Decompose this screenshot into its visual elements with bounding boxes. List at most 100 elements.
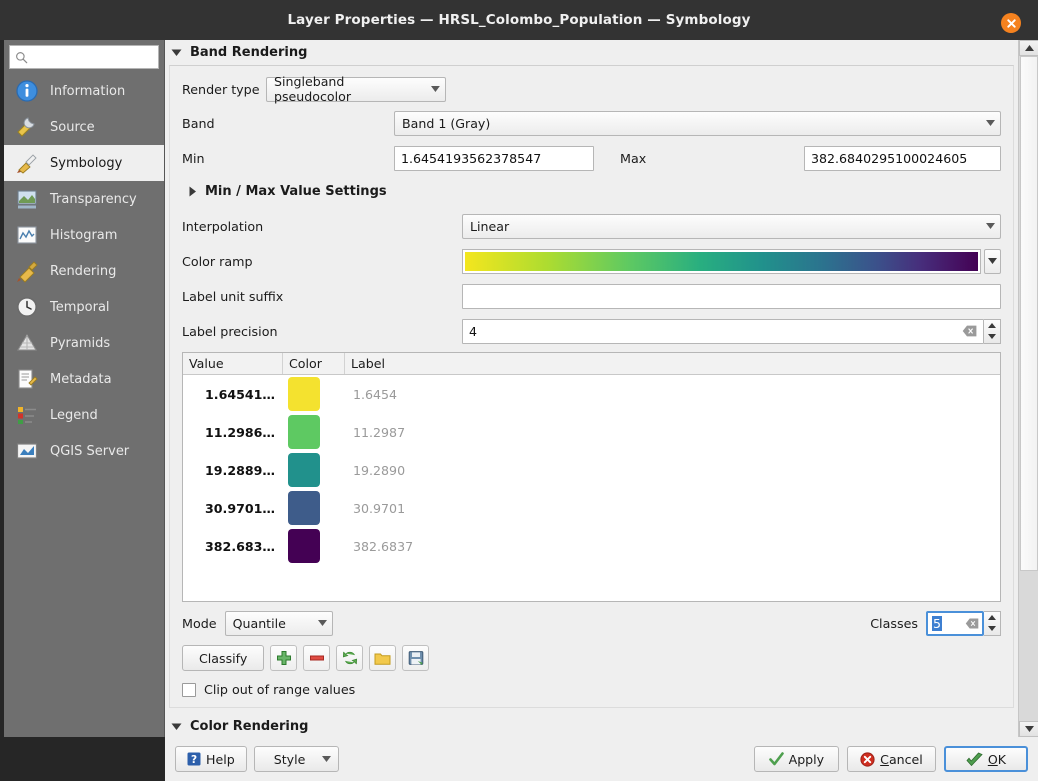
class-color-cell[interactable] (283, 377, 345, 411)
mode-combo[interactable]: Quantile (224, 610, 333, 636)
color-rendering-section-header[interactable]: Color Rendering (165, 714, 1018, 737)
color-ramp-preview[interactable] (462, 248, 981, 274)
band-rendering-section-header[interactable]: Band Rendering (165, 40, 1018, 64)
band-value: Band 1 (Gray) (402, 115, 491, 131)
class-color-cell[interactable] (283, 491, 345, 525)
max-value: 382.6840295100024605 (811, 150, 968, 166)
column-header-color: Color (283, 353, 345, 374)
add-class-button[interactable] (270, 645, 298, 671)
class-value: 30.9701… (205, 500, 275, 516)
sidebar-item-source[interactable]: Source (4, 109, 164, 145)
sidebar-item-information[interactable]: Information (4, 73, 164, 109)
sidebar-item-symbology[interactable]: Symbology (4, 145, 164, 181)
label-unit-suffix-input[interactable] (462, 283, 1001, 309)
class-value: 19.2889… (205, 462, 275, 478)
source-icon (14, 114, 40, 140)
ok-button[interactable]: OK (943, 746, 1028, 772)
band-row: Band Band 1 (Gray) (182, 108, 1001, 138)
search-input[interactable] (32, 47, 153, 67)
classify-button[interactable]: Classify (182, 645, 265, 671)
remove-class-button[interactable] (303, 645, 331, 671)
metadata-icon (14, 366, 40, 392)
qgis-server-icon (14, 438, 40, 464)
label-unit-suffix-label: Label unit suffix (182, 288, 284, 304)
classes-input[interactable]: 5 (926, 610, 984, 636)
sidebar-item-label: Information (50, 83, 126, 99)
scroll-down-button[interactable] (1019, 721, 1038, 737)
label-precision-row: Label precision 4 (182, 316, 1001, 346)
table-row[interactable]: 30.9701… 30.9701 (183, 489, 1000, 527)
max-input[interactable]: 382.6840295100024605 (804, 145, 1001, 171)
class-color-cell[interactable] (283, 453, 345, 487)
classes-spinner[interactable] (984, 610, 1001, 636)
scrollbar-thumb[interactable] (1020, 56, 1038, 571)
label-precision-input[interactable]: 4 (462, 318, 984, 344)
close-icon (1006, 18, 1016, 28)
color-swatch[interactable] (288, 491, 320, 525)
interpolation-combo[interactable]: Linear (462, 213, 1001, 239)
min-input[interactable]: 1.6454193562378547 (394, 145, 594, 171)
class-value: 382.683… (205, 538, 275, 554)
color-ramp-dropdown-button[interactable] (984, 248, 1001, 274)
sidebar-item-transparency[interactable]: Transparency (4, 181, 164, 217)
render-type-combo[interactable]: Singleband pseudocolor (266, 74, 446, 104)
classify-toolbar: Classify (182, 645, 1001, 671)
sidebar-item-pyramids[interactable]: Pyramids (4, 325, 164, 361)
label-precision-spinner[interactable] (984, 318, 1001, 344)
class-value: 11.2986… (205, 424, 275, 440)
close-button[interactable] (1001, 13, 1021, 33)
color-rendering-title: Color Rendering (190, 718, 309, 734)
class-color-cell[interactable] (283, 529, 345, 563)
sidebar-item-qgis-server[interactable]: QGIS Server (4, 433, 164, 469)
clip-out-of-range-row[interactable]: Clip out of range values (182, 682, 1001, 697)
table-row[interactable]: 11.2986… 11.2987 (183, 413, 1000, 451)
help-button[interactable]: ? Help (175, 746, 247, 772)
class-color-cell[interactable] (283, 415, 345, 449)
folder-icon (374, 653, 391, 665)
table-row[interactable]: 382.683… 382.6837 (183, 527, 1000, 565)
reload-button[interactable] (336, 645, 364, 671)
color-swatch[interactable] (288, 415, 320, 449)
class-table-header: Value Color Label (183, 353, 1000, 375)
check-icon (768, 751, 784, 765)
band-combo[interactable]: Band 1 (Gray) (394, 110, 1001, 136)
class-table[interactable]: Value Color Label 1.64541… 1.6454 11.298… (182, 352, 1001, 602)
clip-out-of-range-checkbox[interactable] (182, 682, 196, 697)
sidebar-item-histogram[interactable]: Histogram (4, 217, 164, 253)
sidebar-item-label: Pyramids (50, 335, 111, 351)
scrollbar-track[interactable] (1019, 56, 1038, 721)
min-max-row: Min 1.6454193562378547 Max 382.684029510… (182, 143, 1001, 173)
scroll-up-button[interactable] (1019, 40, 1038, 56)
content-scrollbar[interactable] (1018, 40, 1038, 737)
class-label: 382.6837 (353, 538, 414, 554)
sidebar-search[interactable] (9, 45, 159, 69)
apply-button[interactable]: Apply (753, 746, 840, 772)
cancel-button[interactable]: Cancel (847, 746, 936, 772)
information-icon (14, 78, 40, 104)
cancel-label: Cancel (880, 751, 923, 767)
class-label: 19.2890 (353, 462, 406, 478)
save-ramp-button[interactable] (402, 645, 430, 671)
sidebar-item-label: QGIS Server (50, 443, 130, 459)
column-header-label: Label (351, 356, 385, 371)
color-swatch[interactable] (288, 377, 320, 411)
chevron-down-icon (986, 223, 995, 229)
table-row[interactable]: 19.2889… 19.2890 (183, 451, 1000, 489)
load-ramp-button[interactable] (369, 645, 397, 671)
min-max-value-settings-header[interactable]: Min / Max Value Settings (182, 179, 1001, 203)
table-row[interactable]: 1.64541… 1.6454 (183, 375, 1000, 413)
sidebar-item-metadata[interactable]: Metadata (4, 361, 164, 397)
class-label: 1.6454 (353, 386, 398, 402)
interpolation-row: Interpolation Linear (182, 211, 1001, 241)
render-type-value: Singleband pseudocolor (274, 74, 351, 104)
sidebar-item-rendering[interactable]: Rendering (4, 253, 164, 289)
mode-row: Mode Quantile Classes 5 (182, 610, 1001, 636)
color-swatch[interactable] (288, 529, 320, 563)
sidebar-item-temporal[interactable]: Temporal (4, 289, 164, 325)
sidebar-item-label: Rendering (50, 263, 117, 279)
spinner-up-icon (988, 614, 996, 620)
style-button[interactable]: Style (253, 746, 340, 772)
sidebar-item-legend[interactable]: Legend (4, 397, 164, 433)
color-swatch[interactable] (288, 453, 320, 487)
chevron-right-icon (189, 186, 196, 196)
